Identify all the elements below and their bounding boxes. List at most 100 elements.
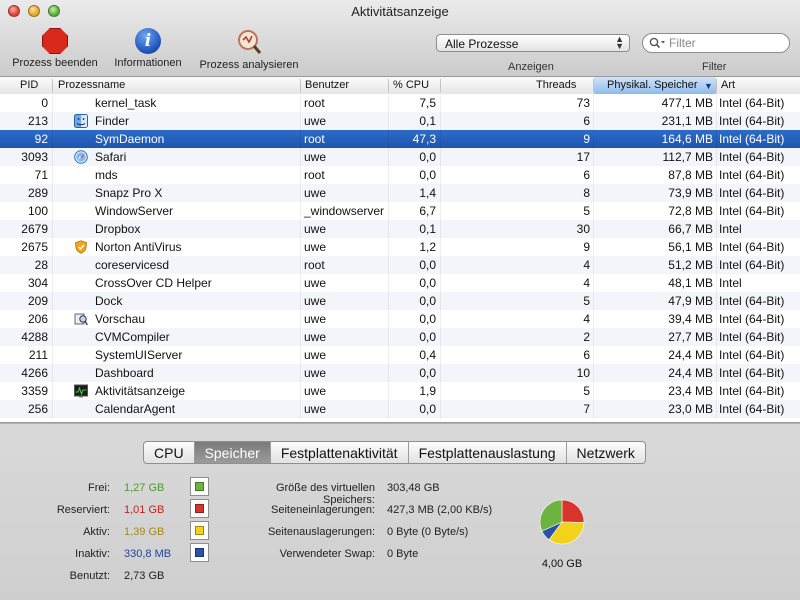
select-arrows-icon: ▲ ▼ [615,34,624,51]
user-cell: _windowserver [304,204,385,218]
table-row[interactable]: 28 coreservicesd root 0,0 4 51,2 MB Intel (64-… [0,256,800,274]
col-threads[interactable]: Threads [536,79,576,91]
kind-cell: Intel (64-Bit) [719,240,785,254]
table-row[interactable]: 2675 Norton AntiVirus uwe 1,2 9 56,1 MB Intel … [0,238,800,256]
info-tabs: CPU Speicher Festplattenaktivität Festplatt… [143,441,646,464]
table-row[interactable]: 92 SymDaemon root 47,3 9 164,6 MB Intel (64-Bi… [0,130,800,148]
memory-cell: 24,4 MB [668,348,713,362]
wired-value: 1,01 GB [124,504,165,516]
tab-disk-usage[interactable]: Festplattenauslastung [409,442,567,463]
user-cell: root [304,258,325,272]
process-filter-select[interactable]: Alle Prozesse ▲ ▼ [436,34,630,52]
table-row[interactable]: 3093 Safari uwe 0,0 17 112,7 MB Intel (64-Bit) [0,148,800,166]
free-value: 1,27 GB [124,482,165,494]
kind-cell: Intel (64-Bit) [719,258,785,272]
memory-cell: 23,4 MB [668,384,713,398]
table-row[interactable]: 4266 Dashboard uwe 0,0 10 24,4 MB Intel (64-Bi… [0,364,800,382]
user-cell: uwe [304,186,327,200]
process-name-cell: Vorschau [95,312,146,326]
table-row[interactable]: 304 CrossOver CD Helper uwe 0,0 4 48,1 MB Inte… [0,274,800,292]
used-value: 2,73 GB [124,570,165,582]
page-ins-label: Seiteneinlagerungen: [271,504,375,516]
page-ins-value: 427,3 MB (2,00 KB/s) [387,504,493,516]
cpu-cell: 1,4 [419,186,436,200]
col-cpu[interactable]: % CPU [393,79,429,91]
table-row[interactable]: 211 SystemUIServer uwe 0,4 6 24,4 MB Intel (64… [0,346,800,364]
table-row[interactable]: 4288 CVMCompiler uwe 0,0 2 27,7 MB Intel (64-B… [0,328,800,346]
table-row[interactable]: 3359 Aktivitätsanzeige uwe 1,9 5 23,4 MB Intel… [0,382,800,400]
cpu-cell: 0,0 [419,330,436,344]
process-name-cell: Dropbox [95,222,141,236]
cpu-cell: 0,1 [419,114,436,128]
cpu-cell: 7,5 [419,96,436,110]
tab-network[interactable]: Netzwerk [567,442,645,463]
threads-cell: 7 [583,402,590,416]
vm-size-value: 303,48 GB [387,482,440,494]
pid-cell: 71 [34,168,48,182]
memory-cell: 72,8 MB [668,204,713,218]
memory-cell: 73,9 MB [668,186,713,200]
table-header: PID Prozessname Benutzer % CPU Threads P… [0,77,800,95]
user-cell: uwe [304,384,327,398]
active-color-swatch[interactable] [190,521,209,540]
table-row[interactable]: 209 Dock uwe 0,0 5 47,9 MB Intel (64-Bit) [0,292,800,310]
quit-process-button[interactable]: Prozess beenden [8,28,102,69]
sample-process-button[interactable]: Prozess analysieren [194,28,304,71]
toolbar: Aktivitätsanzeige Prozess beenden i Info… [0,0,800,77]
finder-icon [74,114,88,128]
filter-label: Filter [702,61,727,73]
threads-cell: 4 [583,312,590,326]
pid-cell: 2675 [21,240,48,254]
table-row[interactable]: 256 CalendarAgent uwe 0,0 7 23,0 MB Intel (64-… [0,400,800,418]
wired-color-swatch[interactable] [190,499,209,518]
threads-cell: 5 [583,294,590,308]
process-name-cell: kernel_task [95,96,157,110]
user-cell: uwe [304,276,327,290]
swap-used-label: Verwendeter Swap: [279,548,375,560]
threads-cell: 9 [583,240,590,254]
threads-cell: 9 [583,132,590,146]
kind-cell: Intel (64-Bit) [719,330,785,344]
kind-cell: Intel (64-Bit) [719,312,785,326]
tab-memory[interactable]: Speicher [194,442,271,463]
cpu-cell: 0,0 [419,150,436,164]
system-info-panel: CPU Speicher Festplattenaktivität Festplatt… [0,423,800,600]
process-name-cell: CrossOver CD Helper [95,276,212,290]
table-row[interactable]: 289 Snapz Pro X uwe 1,4 8 73,9 MB Intel (64-Bi… [0,184,800,202]
inactive-color-swatch[interactable] [190,543,209,562]
sort-descending-icon: ▼ [704,81,713,91]
preview-icon [74,312,88,326]
col-kind[interactable]: Art [721,79,735,91]
free-color-swatch[interactable] [190,477,209,496]
cpu-cell: 1,2 [419,240,436,254]
table-row[interactable]: 206 Vorschau uwe 0,0 4 39,4 MB Intel (64-Bit) [0,310,800,328]
table-row[interactable]: 100 WindowServer _windowserver 6,7 5 72,8 MB I… [0,202,800,220]
table-row[interactable]: 2679 Dropbox uwe 0,1 30 66,7 MB Intel [0,220,800,238]
pid-cell: 3359 [21,384,48,398]
memory-cell: 39,4 MB [668,312,713,326]
process-name-cell: Dashboard [95,366,154,380]
tab-disk-activity[interactable]: Festplattenaktivität [271,442,409,463]
threads-cell: 73 [576,96,590,110]
kind-cell: Intel (64-Bit) [719,366,785,380]
memory-pie-chart [539,499,585,545]
col-process-name[interactable]: Prozessname [58,79,125,91]
memory-pane: Frei: 1,27 GB Reserviert: 1,01 GB Aktiv:… [0,462,800,600]
kind-cell: Intel (64-Bit) [719,114,785,128]
table-row[interactable]: 71 mds root 0,0 6 87,8 MB Intel (64-Bit) [0,166,800,184]
col-pid[interactable]: PID [20,79,38,91]
filter-search-input[interactable]: Filter [642,33,790,53]
info-label: Informationen [114,57,182,69]
inspect-info-button[interactable]: i Informationen [108,28,188,69]
page-outs-label: Seitenauslagerungen: [267,526,375,538]
process-name-cell: SymDaemon [95,132,165,146]
cpu-cell: 0,0 [419,276,436,290]
col-physical-memory[interactable]: Physikal. Speicher [607,79,698,91]
kind-cell: Intel (64-Bit) [719,348,785,362]
col-user[interactable]: Benutzer [305,79,349,91]
table-row[interactable]: 0 kernel_task root 7,5 73 477,1 MB Intel (64-B… [0,94,800,112]
tab-cpu[interactable]: CPU [144,442,195,463]
process-name-cell: Aktivitätsanzeige [95,384,186,398]
search-placeholder: Filter [669,36,696,50]
table-row[interactable]: 213 Finder uwe 0,1 6 231,1 MB Intel (64-Bit) [0,112,800,130]
